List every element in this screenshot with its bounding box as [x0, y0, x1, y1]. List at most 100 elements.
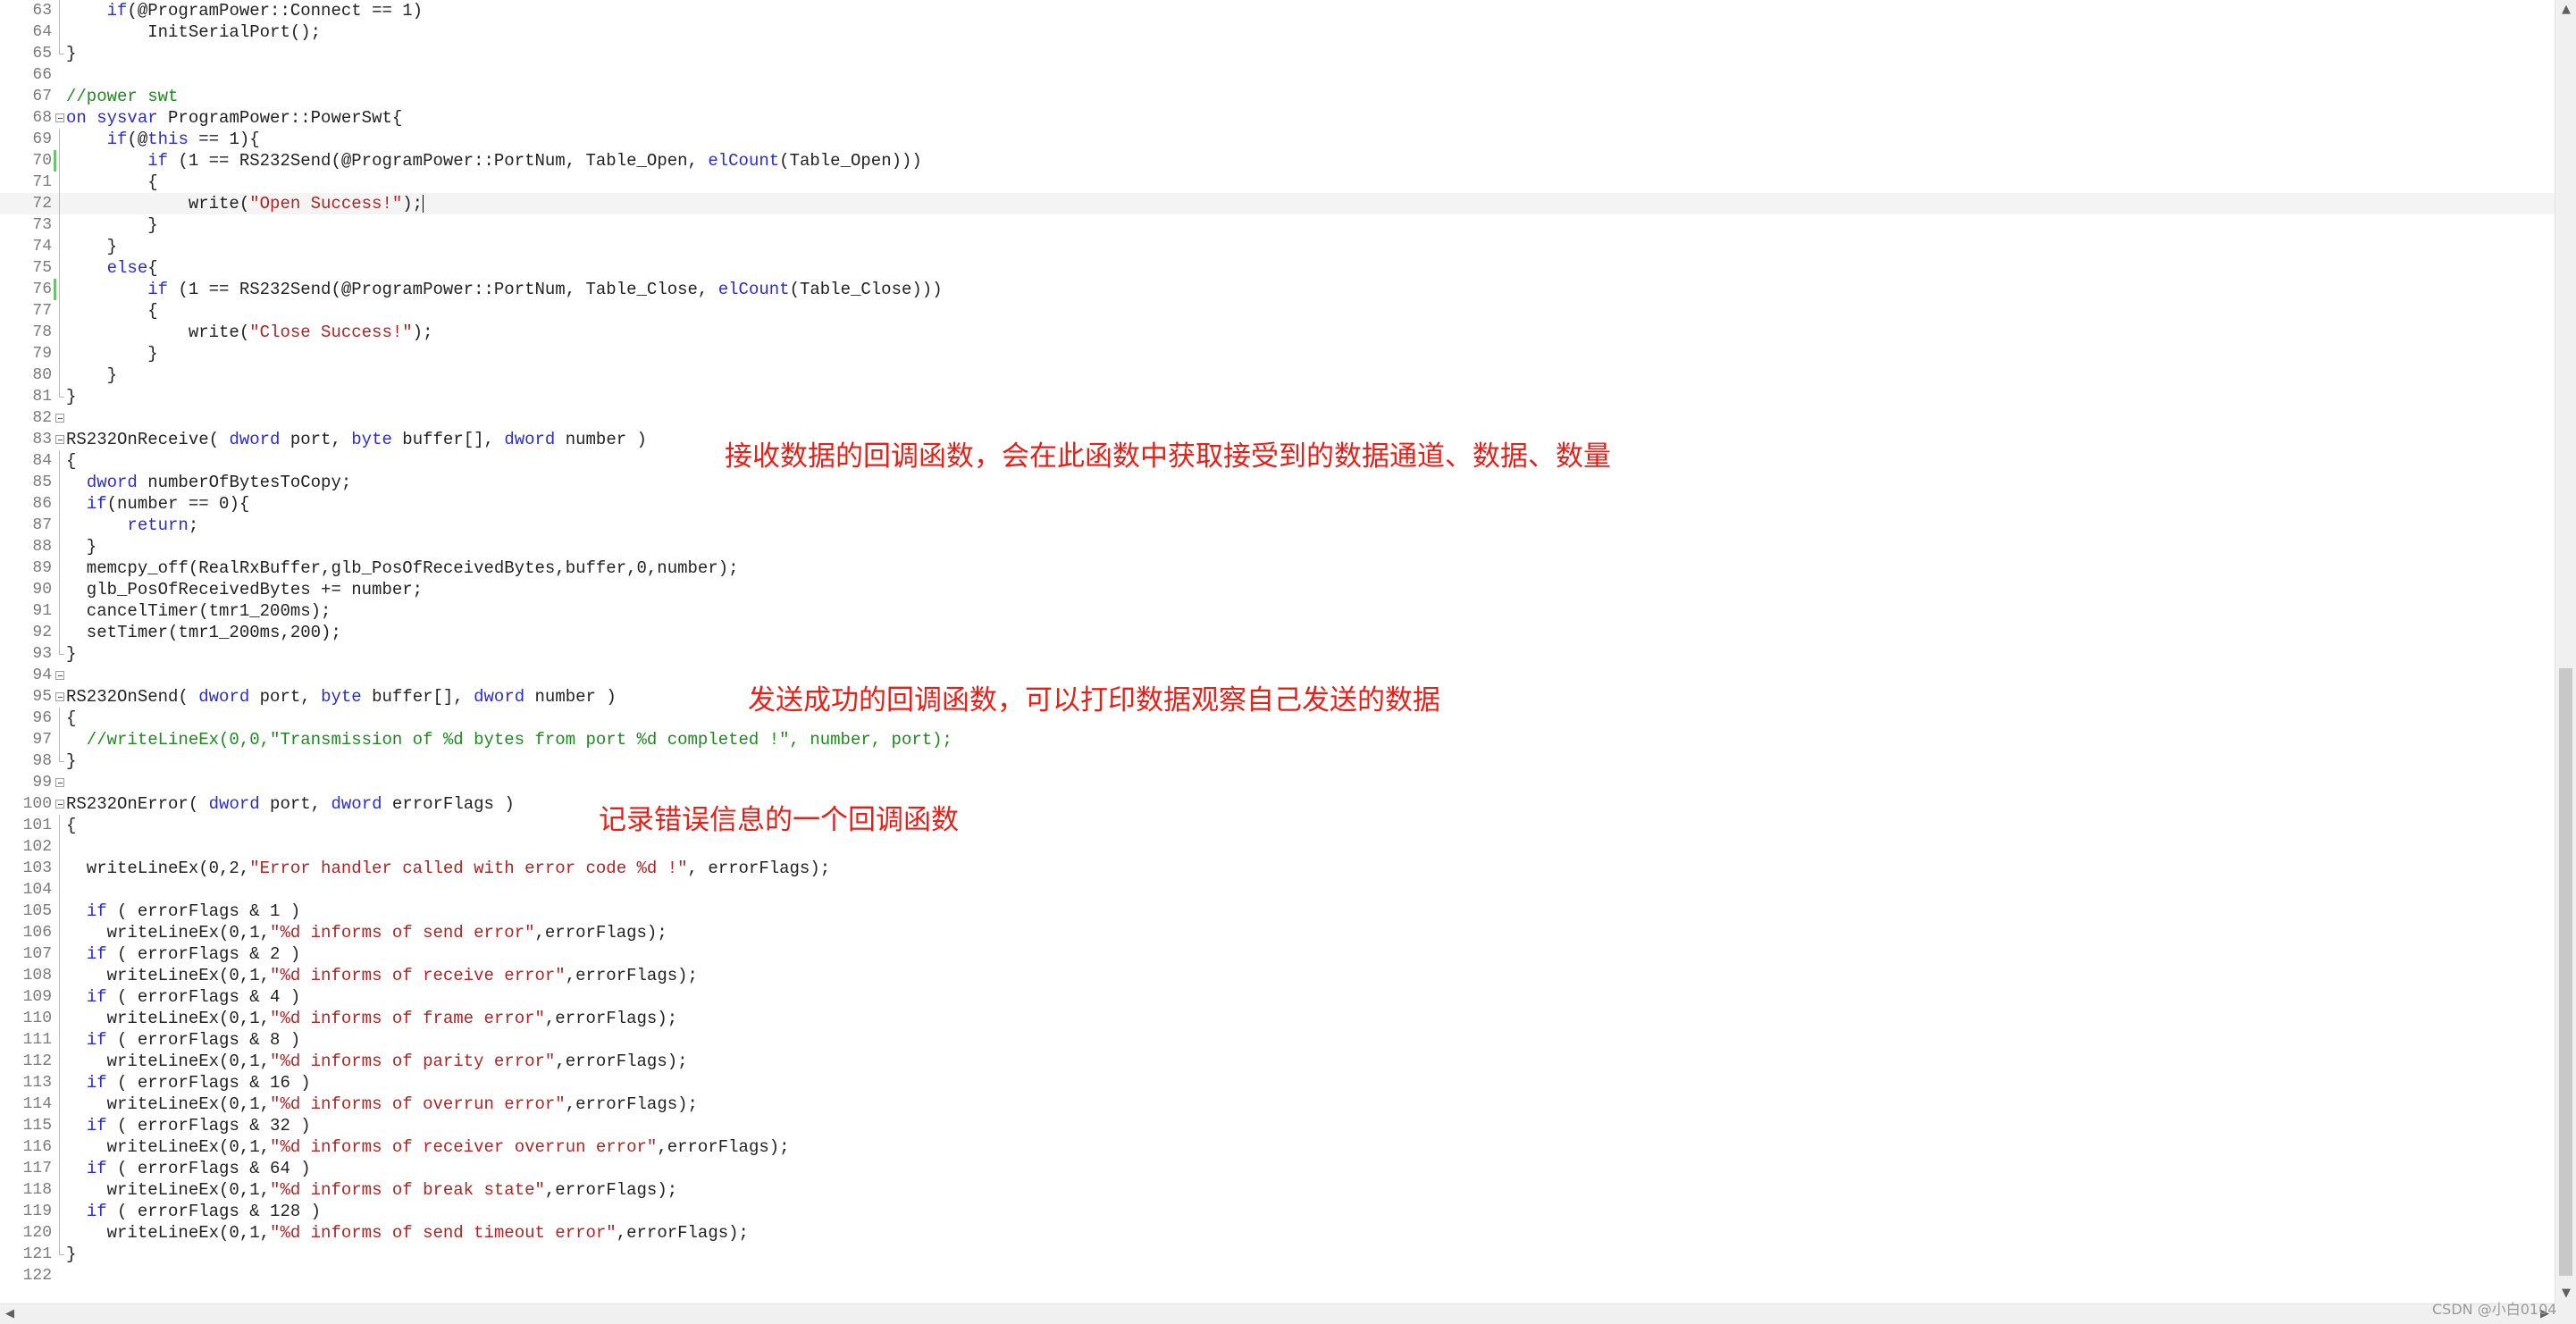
- code-line[interactable]: 100 RS232OnError( dword port, dword error…: [0, 793, 2555, 815]
- code-line[interactable]: 120 writeLineEx(0,1,"%d informs of send …: [0, 1222, 2555, 1244]
- code-line[interactable]: 76 if (1 == RS232Send(@ProgramPower::Por…: [0, 279, 2555, 300]
- code-line[interactable]: 110 writeLineEx(0,1,"%d informs of frame…: [0, 1008, 2555, 1029]
- code-line[interactable]: 122: [0, 1265, 2555, 1286]
- code-line[interactable]: 91 cancelTimer(tmr1_200ms);: [0, 600, 2555, 622]
- code-line[interactable]: 64 InitSerialPort();: [0, 21, 2555, 43]
- code-line[interactable]: 114 writeLineEx(0,1,"%d informs of overr…: [0, 1094, 2555, 1115]
- fold-toggle-icon[interactable]: [55, 107, 64, 129]
- keyword-token: if: [147, 151, 169, 171]
- code-line[interactable]: 90 glb_PosOfReceivedBytes += number;: [0, 579, 2555, 600]
- code-line[interactable]: 97 //writeLineEx(0,0,"Transmission of %d…: [0, 729, 2555, 750]
- code-token: ,errorFlags);: [657, 1137, 790, 1157]
- fold-toggle-icon[interactable]: [55, 407, 64, 429]
- code-line[interactable]: 63 if(@ProgramPower::Connect == 1): [0, 0, 2555, 21]
- code-text: }: [66, 750, 76, 772]
- code-token: writeLineEx(0,1,: [66, 1094, 271, 1114]
- chevron-down-icon[interactable]: ▼: [2555, 1284, 2576, 1303]
- code-token: }: [66, 537, 97, 557]
- fold-toggle-icon[interactable]: [55, 429, 64, 450]
- code-line[interactable]: 78 write("Close Success!");: [0, 322, 2555, 343]
- fold-guide: [55, 943, 64, 965]
- code-line[interactable]: 107 if ( errorFlags & 2 ): [0, 943, 2555, 965]
- code-line[interactable]: 99: [0, 772, 2555, 793]
- code-line[interactable]: 108 writeLineEx(0,1,"%d informs of recei…: [0, 965, 2555, 986]
- line-number: 93: [32, 645, 52, 663]
- code-line[interactable]: 82: [0, 407, 2555, 429]
- code-token: ,errorFlags);: [534, 923, 667, 943]
- code-text: if ( errorFlags & 128 ): [66, 1201, 321, 1222]
- code-line[interactable]: 104: [0, 879, 2555, 901]
- code-text: {: [66, 450, 76, 472]
- code-line[interactable]: 81}: [0, 386, 2555, 407]
- code-text: RS232OnReceive( dword port, byte buffer[…: [66, 429, 647, 450]
- code-line[interactable]: 71 {: [0, 172, 2555, 193]
- code-line[interactable]: 66: [0, 64, 2555, 86]
- code-line[interactable]: 103 writeLineEx(0,2,"Error handler calle…: [0, 858, 2555, 879]
- code-line[interactable]: 89 memcpy_off(RealRxBuffer,glb_PosOfRece…: [0, 557, 2555, 579]
- code-line[interactable]: 117 if ( errorFlags & 64 ): [0, 1158, 2555, 1179]
- line-number: 82: [32, 409, 52, 427]
- code-line[interactable]: 74 }: [0, 236, 2555, 257]
- line-number: 102: [22, 838, 52, 856]
- code-line[interactable]: 109 if ( errorFlags & 4 ): [0, 986, 2555, 1008]
- code-line[interactable]: 111 if ( errorFlags & 8 ): [0, 1029, 2555, 1051]
- horizontal-scrollbar[interactable]: ◀ ▶: [0, 1303, 2555, 1324]
- code-token: (@: [127, 130, 148, 149]
- line-number: 99: [32, 774, 52, 792]
- fold-toggle-icon[interactable]: [55, 793, 64, 815]
- code-line[interactable]: 93}: [0, 643, 2555, 665]
- fold-guide: [55, 922, 64, 943]
- code-line[interactable]: 87 return;: [0, 515, 2555, 536]
- line-number: 89: [32, 559, 52, 577]
- code-line[interactable]: 119 if ( errorFlags & 128 ): [0, 1201, 2555, 1222]
- code-line[interactable]: 101 {: [0, 815, 2555, 836]
- code-text: return;: [66, 515, 198, 536]
- code-line[interactable]: 69 if(@this == 1){: [0, 129, 2555, 150]
- code-token: {: [66, 172, 158, 192]
- code-line[interactable]: 102: [0, 836, 2555, 858]
- code-line[interactable]: 116 writeLineEx(0,1,"%d informs of recei…: [0, 1136, 2555, 1158]
- fold-guide: [55, 150, 64, 172]
- code-line[interactable]: 98}: [0, 750, 2555, 772]
- code-line[interactable]: 112 writeLineEx(0,1,"%d informs of parit…: [0, 1051, 2555, 1072]
- chevron-up-icon[interactable]: ▲: [2555, 0, 2576, 20]
- fold-toggle-icon[interactable]: [55, 686, 64, 708]
- line-number: 112: [22, 1052, 52, 1070]
- line-number: 114: [22, 1095, 52, 1113]
- code-line[interactable]: 85 dword numberOfBytesToCopy;: [0, 472, 2555, 493]
- code-line[interactable]: 70 if (1 == RS232Send(@ProgramPower::Por…: [0, 150, 2555, 172]
- code-editor[interactable]: 63 if(@ProgramPower::Connect == 1) 64 Ini…: [0, 0, 2555, 1303]
- code-token: (Table_Close))): [789, 280, 943, 299]
- code-line[interactable]: 115 if ( errorFlags & 32 ): [0, 1115, 2555, 1136]
- code-line[interactable]: 88 }: [0, 536, 2555, 557]
- code-line[interactable]: 113 if ( errorFlags & 16 ): [0, 1072, 2555, 1094]
- code-line[interactable]: 72 write("Open Success!");: [0, 193, 2555, 214]
- code-token: ,errorFlags);: [565, 966, 698, 985]
- code-line[interactable]: 86 if(number == 0){: [0, 493, 2555, 515]
- code-line[interactable]: 105 if ( errorFlags & 1 ): [0, 901, 2555, 922]
- code-line[interactable]: 79 }: [0, 343, 2555, 365]
- code-text: writeLineEx(0,2,"Error handler called wi…: [66, 858, 830, 879]
- chevron-left-icon[interactable]: ◀: [0, 1304, 20, 1324]
- vertical-scrollbar-thumb[interactable]: [2559, 668, 2572, 1276]
- code-line[interactable]: 121}: [0, 1244, 2555, 1265]
- fold-toggle-icon[interactable]: [55, 665, 64, 686]
- vertical-scrollbar[interactable]: ▲ ▼: [2555, 0, 2576, 1303]
- code-line[interactable]: 75 else{: [0, 257, 2555, 279]
- code-line[interactable]: 80 }: [0, 365, 2555, 386]
- line-number: 63: [32, 2, 52, 20]
- code-line[interactable]: 77 {: [0, 300, 2555, 322]
- fold-toggle-icon[interactable]: [55, 772, 64, 793]
- code-line[interactable]: 118 writeLineEx(0,1,"%d informs of break…: [0, 1179, 2555, 1201]
- code-line[interactable]: 67 //power swt: [0, 86, 2555, 107]
- code-line[interactable]: 106 writeLineEx(0,1,"%d informs of send …: [0, 922, 2555, 943]
- fold-guide: [55, 1094, 64, 1115]
- code-line[interactable]: 68 on sysvar ProgramPower::PowerSwt{: [0, 107, 2555, 129]
- code-line[interactable]: 92 setTimer(tmr1_200ms,200);: [0, 622, 2555, 643]
- code-line[interactable]: 65}: [0, 43, 2555, 64]
- fold-guide: [55, 1179, 64, 1201]
- line-number: 66: [32, 66, 52, 84]
- fold-guide: [55, 557, 64, 579]
- code-line[interactable]: 73 }: [0, 214, 2555, 236]
